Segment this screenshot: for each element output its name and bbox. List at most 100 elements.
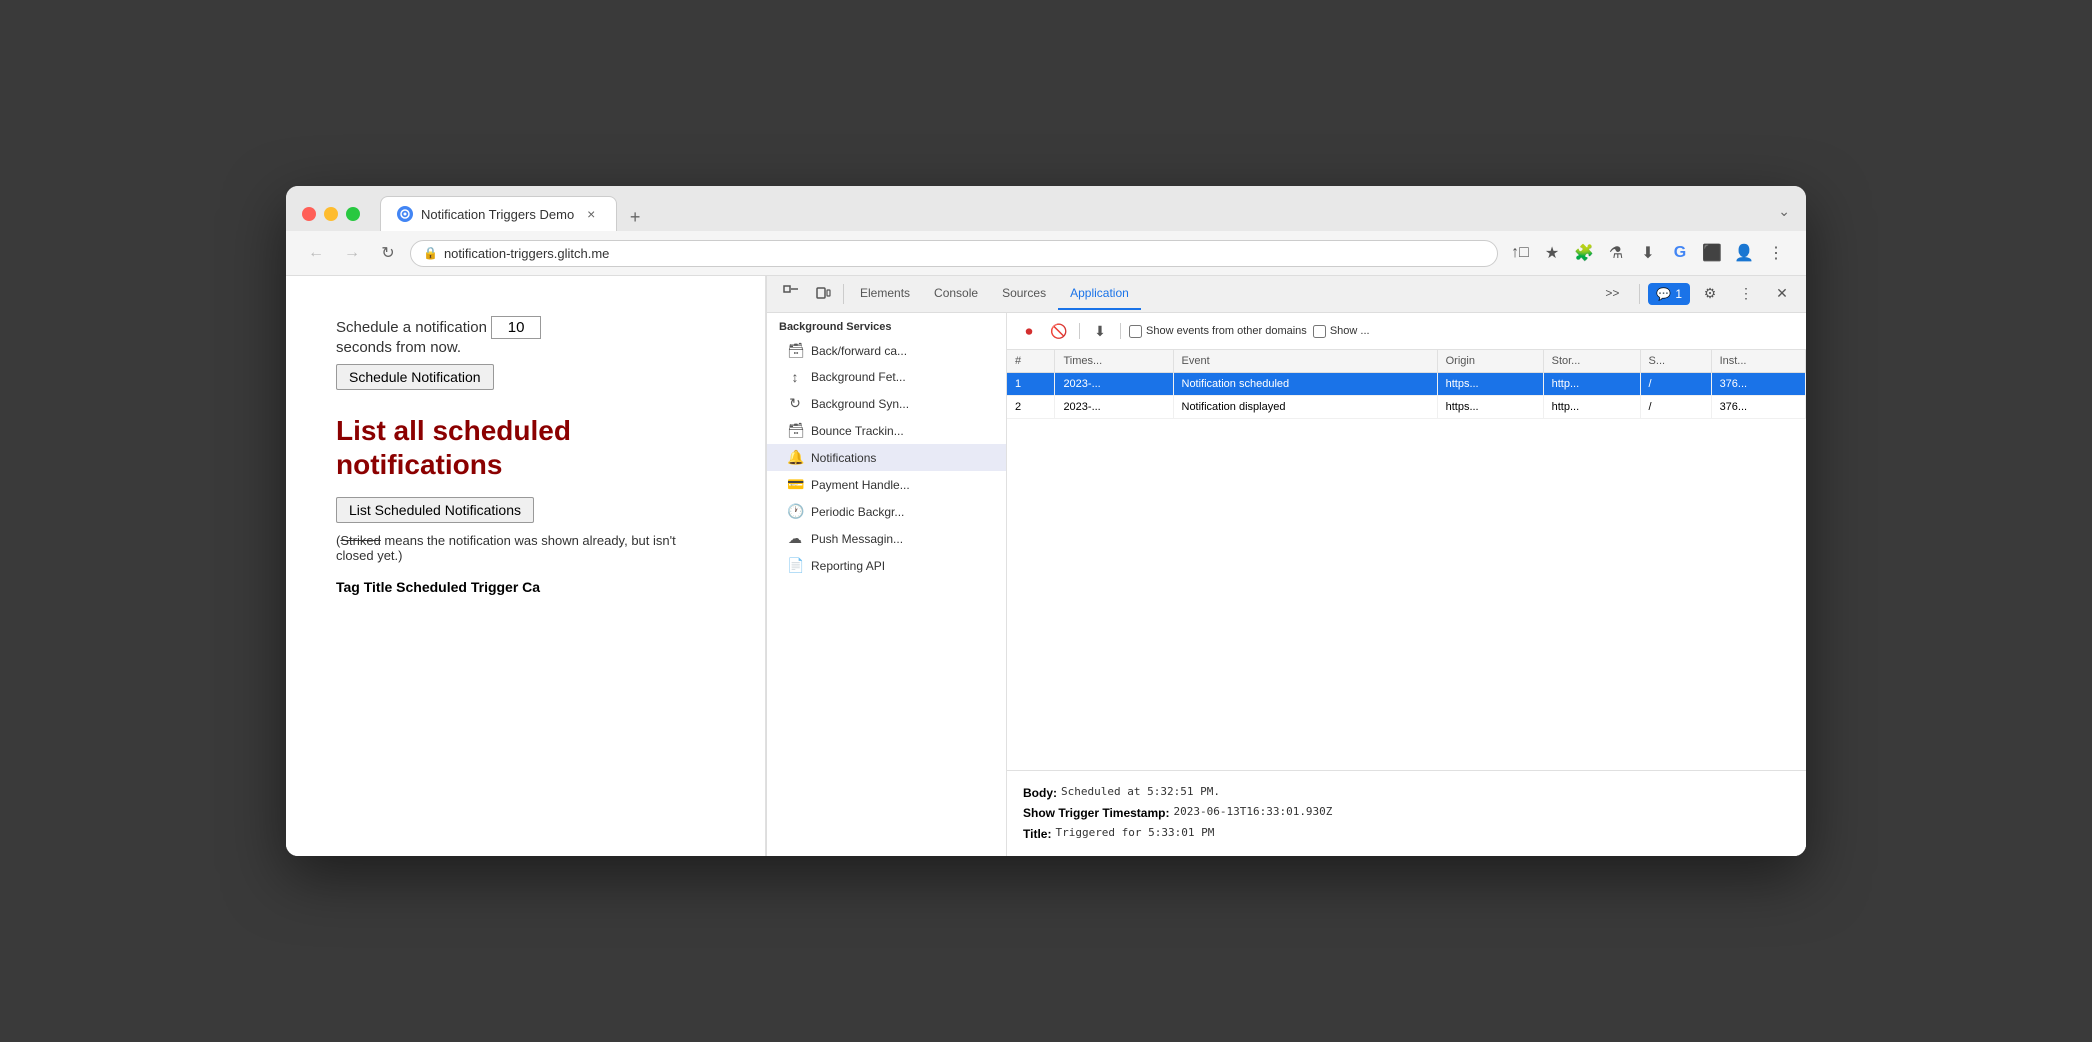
toolbar-separator-2: [1120, 323, 1121, 339]
tabs-right: ⌄: [1778, 203, 1790, 224]
devtools-tab-separator: [843, 284, 844, 304]
cell-inst: 376...: [1711, 396, 1805, 419]
sidebar-item-bounce-tracking[interactable]: 🗃 Bounce Trackin...: [767, 417, 1006, 444]
tab-close-button[interactable]: ×: [582, 205, 600, 223]
reporting-icon: 📄: [787, 557, 803, 574]
show-checkbox-label[interactable]: Show ...: [1313, 325, 1370, 338]
new-tab-button[interactable]: +: [621, 203, 649, 231]
payment-icon: 💳: [787, 476, 803, 493]
col-stor: Stor...: [1543, 350, 1640, 373]
schedule-seconds-input[interactable]: [491, 316, 541, 339]
col-num: #: [1007, 350, 1055, 373]
forward-button[interactable]: →: [338, 239, 366, 267]
tabs-row: Notification Triggers Demo × +: [380, 196, 1766, 231]
download-events-button[interactable]: ⬇: [1088, 319, 1112, 343]
col-origin: Origin: [1437, 350, 1543, 373]
tab-console[interactable]: Console: [922, 278, 990, 310]
devtools-device-icon[interactable]: [807, 276, 839, 312]
devtools-inspect-icon[interactable]: [775, 276, 807, 312]
download-icon[interactable]: ⬇: [1634, 239, 1662, 267]
strikeout-word: Striked: [340, 533, 380, 548]
cell-stor: http...: [1543, 373, 1640, 396]
tab-title: Notification Triggers Demo: [421, 207, 574, 222]
background-fetch-icon: ↕: [787, 369, 803, 385]
sidebar-item-push[interactable]: ☁ Push Messagin...: [767, 525, 1006, 552]
show-checkbox[interactable]: [1313, 325, 1326, 338]
more-tabs-button[interactable]: >>: [1593, 278, 1631, 310]
bookmark-icon[interactable]: ★: [1538, 239, 1566, 267]
share-icon[interactable]: ↑□: [1506, 239, 1534, 267]
sidebar-item-background-fetch[interactable]: ↕ Background Fet...: [767, 364, 1006, 390]
table-row[interactable]: 2 2023-... Notification displayed https.…: [1007, 396, 1806, 419]
badge-icon: 💬: [1656, 287, 1671, 301]
extensions-icon[interactable]: 🧩: [1570, 239, 1598, 267]
toolbar-actions: ↑□ ★ 🧩 ⚗ ⬇ G ⬛ 👤 ⋮: [1506, 239, 1790, 267]
detail-title-value: Triggered for 5:33:01 PM: [1055, 824, 1214, 844]
periodic-icon: 🕐: [787, 503, 803, 520]
events-data-table: # Times... Event Origin Stor... S... Ins…: [1007, 350, 1806, 419]
cell-stor: http...: [1543, 396, 1640, 419]
sidebar-item-notifications[interactable]: 🔔 Notifications: [767, 444, 1006, 471]
cell-origin: https...: [1437, 396, 1543, 419]
backforward-icon: 🗃: [787, 342, 803, 359]
sidebar-item-backforward[interactable]: 🗃 Back/forward ca...: [767, 337, 1006, 364]
detail-trigger-key: Show Trigger Timestamp:: [1023, 803, 1169, 823]
devtools-settings-icon[interactable]: ⚙: [1694, 276, 1726, 312]
back-button[interactable]: ←: [302, 239, 330, 267]
devtools-badge-button[interactable]: 💬 1: [1648, 283, 1690, 305]
tab-sources[interactable]: Sources: [990, 278, 1058, 310]
close-traffic-light[interactable]: [302, 207, 316, 221]
cell-num: 1: [1007, 373, 1055, 396]
labs-icon[interactable]: ⚗: [1602, 239, 1630, 267]
webpage-content: Schedule a notification seconds from now…: [286, 276, 766, 856]
tabs-chevron-icon[interactable]: ⌄: [1778, 203, 1790, 220]
detail-body-key: Body:: [1023, 783, 1057, 803]
devtools-main-panel: ⏺ 🚫 ⬇ Show events from other domains Sho…: [1007, 313, 1806, 856]
sidebar-item-background-sync[interactable]: ↻ Background Syn...: [767, 390, 1006, 417]
detail-title-row: Title: Triggered for 5:33:01 PM: [1023, 824, 1790, 844]
cell-timestamp: 2023-...: [1055, 396, 1173, 419]
sidebar-item-payment[interactable]: 💳 Payment Handle...: [767, 471, 1006, 498]
devtools-tabs-bar: Elements Console Sources Application >> …: [767, 276, 1806, 313]
tab-elements[interactable]: Elements: [848, 278, 922, 310]
browser-toolbar: ← → ↻ 🔒 notification-triggers.glitch.me …: [286, 231, 1806, 276]
push-icon: ☁: [787, 530, 803, 547]
profile-icon[interactable]: 👤: [1730, 239, 1758, 267]
show-other-domains-checkbox-label[interactable]: Show events from other domains: [1129, 325, 1307, 338]
address-bar[interactable]: 🔒 notification-triggers.glitch.me: [410, 240, 1498, 267]
minimize-traffic-light[interactable]: [324, 207, 338, 221]
title-bar: Notification Triggers Demo × + ⌄: [286, 186, 1806, 231]
record-button[interactable]: ⏺: [1017, 319, 1041, 343]
more-menu-icon[interactable]: ⋮: [1762, 239, 1790, 267]
devtools-tabs-right: >> 💬 1 ⚙ ⋮ ✕: [1593, 276, 1798, 312]
reload-button[interactable]: ↻: [374, 239, 402, 267]
bounce-tracking-icon: 🗃: [787, 422, 803, 439]
active-tab[interactable]: Notification Triggers Demo ×: [380, 196, 617, 231]
sidebar-item-reporting[interactable]: 📄 Reporting API: [767, 552, 1006, 579]
url-text: notification-triggers.glitch.me: [444, 246, 609, 261]
content-area: Schedule a notification seconds from now…: [286, 276, 1806, 856]
tab-application[interactable]: Application: [1058, 278, 1141, 310]
clear-button[interactable]: 🚫: [1047, 319, 1071, 343]
lock-icon: 🔒: [423, 246, 438, 260]
maximize-traffic-light[interactable]: [346, 207, 360, 221]
list-scheduled-notifications-button[interactable]: List Scheduled Notifications: [336, 497, 534, 523]
cell-event: Notification scheduled: [1173, 373, 1437, 396]
cell-origin: https...: [1437, 373, 1543, 396]
schedule-label: Schedule a notification seconds from now…: [336, 316, 715, 356]
cell-num: 2: [1007, 396, 1055, 419]
devtools-more-icon[interactable]: ⋮: [1730, 276, 1762, 312]
badge-count: 1: [1675, 287, 1682, 301]
cell-inst: 376...: [1711, 373, 1805, 396]
show-other-domains-checkbox[interactable]: [1129, 325, 1142, 338]
detail-title-key: Title:: [1023, 824, 1051, 844]
google-icon[interactable]: G: [1666, 239, 1694, 267]
table-row[interactable]: 1 2023-... Notification scheduled https.…: [1007, 373, 1806, 396]
toolbar-separator-1: [1079, 323, 1080, 339]
traffic-lights: [302, 207, 360, 221]
split-icon[interactable]: ⬛: [1698, 239, 1726, 267]
sidebar-item-periodic[interactable]: 🕐 Periodic Backgr...: [767, 498, 1006, 525]
schedule-notification-button[interactable]: Schedule Notification: [336, 364, 494, 390]
notifications-icon: 🔔: [787, 449, 803, 466]
devtools-close-icon[interactable]: ✕: [1766, 276, 1798, 312]
